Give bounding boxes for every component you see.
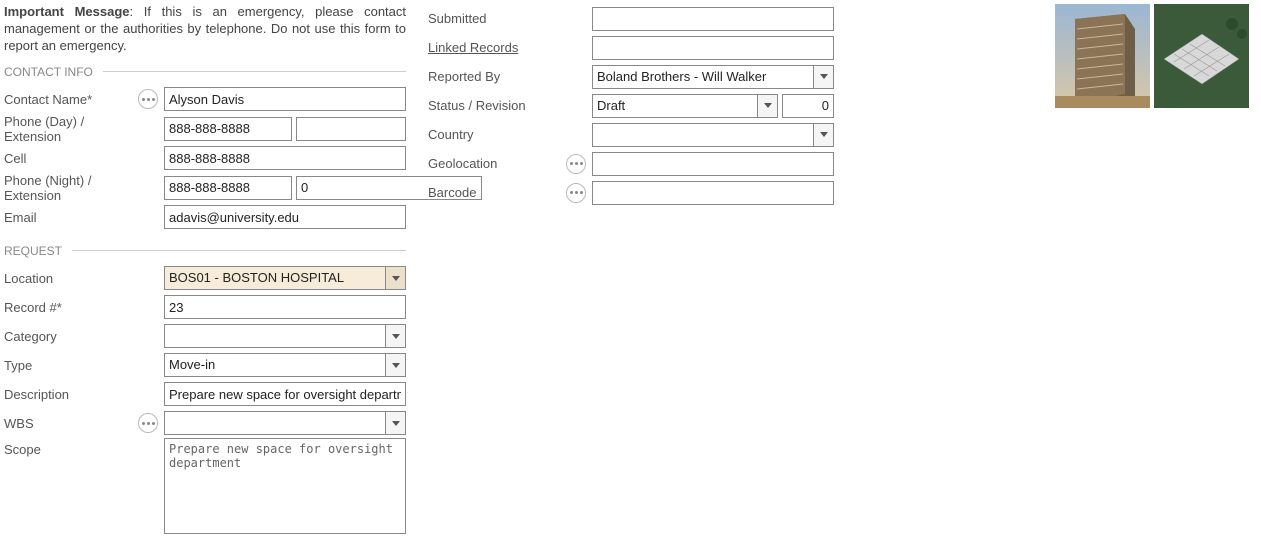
- submitted-input: [592, 7, 834, 31]
- label-submitted: Submitted: [428, 11, 560, 26]
- cell-input[interactable]: [164, 146, 406, 170]
- geolocation-picker-button[interactable]: [566, 154, 586, 174]
- chevron-down-icon[interactable]: [757, 95, 777, 117]
- label-contact-name: Contact Name*: [4, 92, 132, 107]
- contact-name-picker-button[interactable]: [138, 89, 158, 109]
- section-request: REQUEST: [4, 244, 406, 258]
- section-request-label: REQUEST: [4, 244, 62, 258]
- status-select[interactable]: Draft: [592, 94, 778, 118]
- barcode-input[interactable]: [592, 181, 834, 205]
- wbs-select[interactable]: [164, 411, 406, 435]
- wbs-picker-button[interactable]: [138, 413, 158, 433]
- status-value: Draft: [593, 95, 757, 117]
- country-value: [593, 124, 813, 146]
- barcode-picker-button[interactable]: [566, 183, 586, 203]
- section-contact-info-label: CONTACT INFO: [4, 65, 93, 79]
- revision-input[interactable]: [782, 94, 834, 118]
- email-input[interactable]: [164, 205, 406, 229]
- divider: [103, 71, 406, 72]
- label-type: Type: [4, 358, 132, 373]
- label-phone-day: Phone (Day) / Extension: [4, 114, 132, 144]
- chevron-down-icon[interactable]: [385, 325, 405, 347]
- reported-by-select[interactable]: Boland Brothers - Will Walker: [592, 65, 834, 89]
- label-category: Category: [4, 329, 132, 344]
- label-wbs: WBS: [4, 416, 132, 431]
- country-select[interactable]: [592, 123, 834, 147]
- chevron-down-icon[interactable]: [385, 267, 405, 289]
- label-geolocation: Geolocation: [428, 156, 560, 171]
- important-message: Important Message: If this is an emergen…: [4, 4, 406, 55]
- phone-night-input[interactable]: [164, 176, 292, 200]
- contact-name-input[interactable]: [164, 87, 406, 111]
- category-select-value: [165, 325, 385, 347]
- linked-records-input: [592, 36, 834, 60]
- category-select[interactable]: [164, 324, 406, 348]
- record-no-input[interactable]: [164, 295, 406, 319]
- location-select-value: BOS01 - BOSTON HOSPITAL: [165, 267, 385, 289]
- label-scope: Scope: [4, 438, 132, 457]
- label-email: Email: [4, 210, 132, 225]
- label-description: Description: [4, 387, 132, 402]
- location-select[interactable]: BOS01 - BOSTON HOSPITAL: [164, 266, 406, 290]
- thumbnail-floorplan[interactable]: [1154, 4, 1249, 108]
- reported-by-value: Boland Brothers - Will Walker: [593, 66, 813, 88]
- chevron-down-icon[interactable]: [385, 412, 405, 434]
- label-linked-records[interactable]: Linked Records: [428, 40, 560, 55]
- label-barcode: Barcode: [428, 185, 560, 200]
- label-record-no: Record #*: [4, 300, 132, 315]
- type-select[interactable]: Move-in: [164, 353, 406, 377]
- scope-textarea[interactable]: [164, 438, 406, 534]
- thumbnail-building[interactable]: [1055, 4, 1150, 108]
- chevron-down-icon[interactable]: [813, 124, 833, 146]
- chevron-down-icon[interactable]: [813, 66, 833, 88]
- label-status-revision: Status / Revision: [428, 98, 560, 113]
- label-cell: Cell: [4, 151, 132, 166]
- section-contact-info: CONTACT INFO: [4, 65, 406, 79]
- label-location: Location: [4, 271, 132, 286]
- wbs-select-value: [165, 412, 385, 434]
- label-country: Country: [428, 127, 560, 142]
- divider: [72, 250, 406, 251]
- chevron-down-icon[interactable]: [385, 354, 405, 376]
- type-select-value: Move-in: [165, 354, 385, 376]
- label-reported-by: Reported By: [428, 69, 560, 84]
- geolocation-input[interactable]: [592, 152, 834, 176]
- description-input[interactable]: [164, 382, 406, 406]
- label-phone-night: Phone (Night) / Extension: [4, 173, 132, 203]
- phone-day-input[interactable]: [164, 117, 292, 141]
- phone-day-ext-input[interactable]: [296, 117, 406, 141]
- important-message-label: Important Message: [4, 4, 130, 19]
